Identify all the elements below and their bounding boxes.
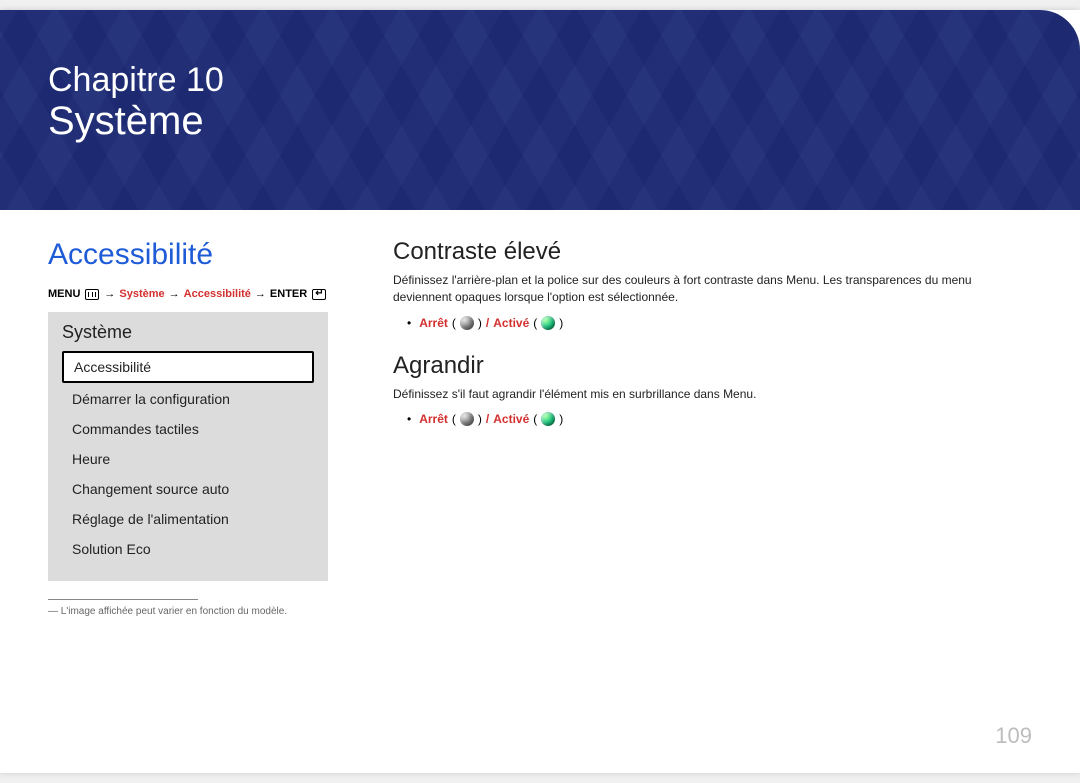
paren: ) [559, 412, 563, 426]
option-off-label: Arrêt [419, 316, 448, 330]
breadcrumb-accessibilite: Accessibilité [184, 288, 251, 300]
option-contraste: • Arrêt ( ) / Activé ( ) [407, 316, 1032, 330]
heading-agrandir: Agrandir [393, 352, 1032, 380]
paren: ( [533, 412, 537, 426]
paren: ) [559, 316, 563, 330]
enter-icon [312, 289, 326, 300]
radio-on-icon [541, 412, 555, 426]
heading-contraste: Contraste élevé [393, 238, 1032, 266]
paren: ) [478, 412, 482, 426]
menu-panel: Système Accessibilité Démarrer la config… [48, 312, 328, 581]
desc-contraste: Définissez l'arrière-plan et la police s… [393, 272, 1032, 306]
paren: ( [533, 316, 537, 330]
radio-off-icon [460, 412, 474, 426]
breadcrumb-enter: ENTER [270, 288, 307, 300]
arrow-icon: → [255, 288, 266, 300]
footnote-rule [48, 599, 198, 600]
menu-panel-title: Système [62, 322, 314, 343]
menu-item-reglage-alimentation[interactable]: Réglage de l'alimentation [62, 505, 314, 533]
menu-item-commandes-tactiles[interactable]: Commandes tactiles [62, 415, 314, 443]
left-column: Accessibilité MENU → Système → Accessibi… [48, 238, 393, 617]
option-off-label: Arrêt [419, 412, 448, 426]
page: Chapitre 10 Système Accessibilité MENU →… [0, 10, 1080, 773]
menu-item-demarrer-config[interactable]: Démarrer la configuration [62, 385, 314, 413]
menu-item-accessibilite[interactable]: Accessibilité [62, 351, 314, 383]
paren: ( [452, 316, 456, 330]
radio-off-icon [460, 316, 474, 330]
menu-icon [85, 289, 99, 300]
breadcrumb-systeme: Système [119, 288, 164, 300]
menu-item-heure[interactable]: Heure [62, 445, 314, 473]
breadcrumb-menu: MENU [48, 288, 80, 300]
chapter-banner: Chapitre 10 Système [0, 10, 1080, 210]
option-agrandir: • Arrêt ( ) / Activé ( ) [407, 412, 1032, 426]
footnote: ― L'image affichée peut varier en foncti… [48, 606, 353, 617]
option-sep: / [486, 412, 489, 426]
chapter-title: Système [48, 99, 224, 143]
arrow-icon: → [169, 288, 180, 300]
paren: ( [452, 412, 456, 426]
breadcrumb: MENU → Système → Accessibilité → ENTER [48, 288, 353, 300]
right-column: Contraste élevé Définissez l'arrière-pla… [393, 238, 1032, 617]
menu-item-changement-source[interactable]: Changement source auto [62, 475, 314, 503]
page-number: 109 [995, 723, 1032, 749]
desc-agrandir: Définissez s'il faut agrandir l'élément … [393, 386, 1032, 403]
option-sep: / [486, 316, 489, 330]
menu-item-solution-eco[interactable]: Solution Eco [62, 535, 314, 563]
arrow-icon: → [104, 288, 115, 300]
option-on-label: Activé [493, 316, 529, 330]
section-title-accessibility: Accessibilité [48, 238, 353, 272]
chapter-label: Chapitre 10 [48, 62, 224, 99]
radio-on-icon [541, 316, 555, 330]
option-on-label: Activé [493, 412, 529, 426]
paren: ) [478, 316, 482, 330]
